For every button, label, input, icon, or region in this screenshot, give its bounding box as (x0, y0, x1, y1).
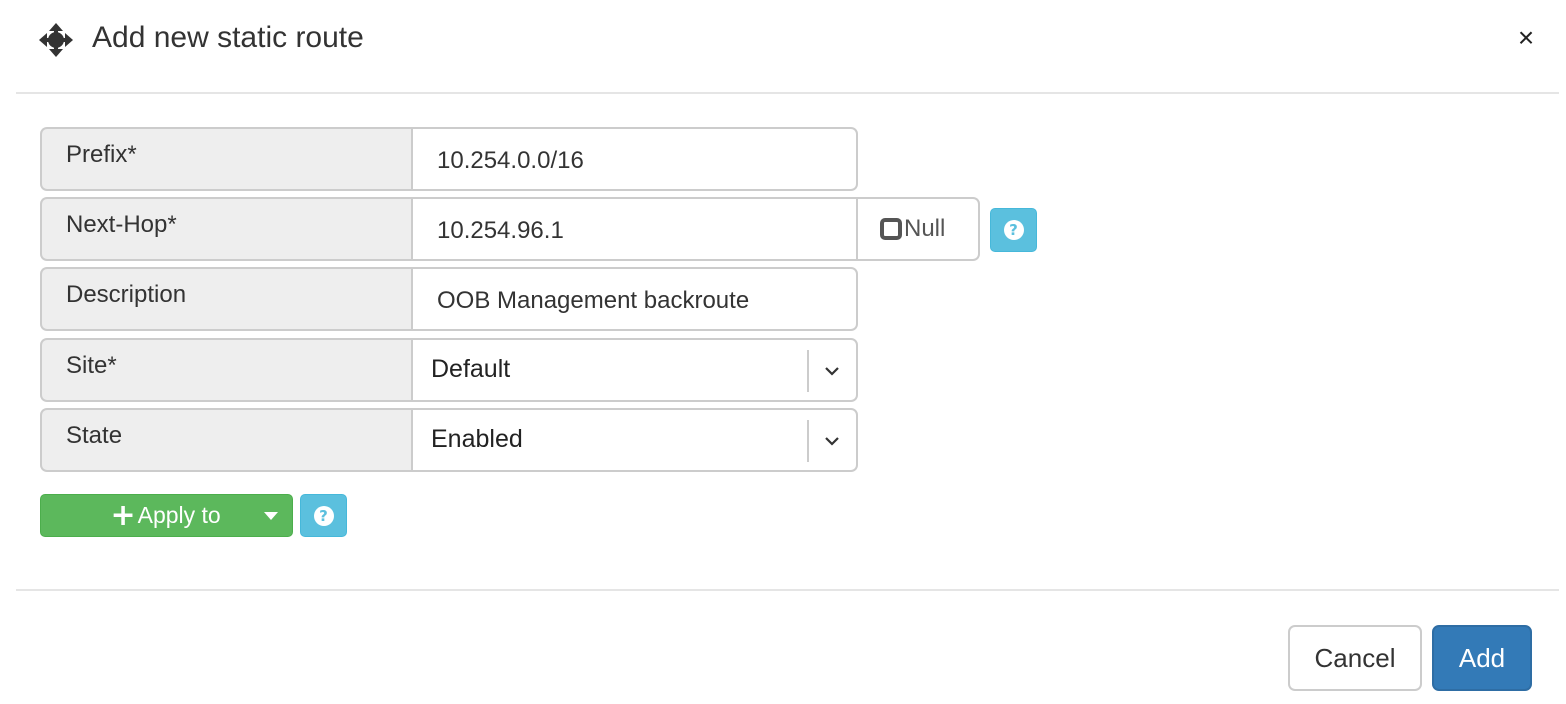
apply-to-help-button[interactable]: ? (300, 494, 347, 537)
prefix-input[interactable]: 10.254.0.0/16 (411, 127, 858, 191)
site-selected-value: Default (431, 355, 511, 383)
null-checkbox-addon[interactable]: Null (858, 197, 980, 261)
question-circle-icon: ? (313, 505, 334, 526)
question-circle-icon: ? (1003, 220, 1024, 240)
site-select[interactable]: Default (411, 338, 858, 402)
header-divider (16, 92, 1559, 94)
null-label: Null (904, 215, 946, 242)
prefix-row: Prefix* 10.254.0.0/16 (40, 127, 858, 191)
description-row: Description OOB Management backroute (40, 267, 858, 331)
add-button[interactable]: Add (1432, 625, 1532, 691)
description-label: Description (40, 267, 411, 331)
apply-to-button[interactable]: + Apply to (41, 495, 250, 536)
modal-title: Add new static route (92, 21, 364, 54)
apply-to-label: Apply to (137, 502, 221, 528)
select-separator (807, 350, 809, 392)
state-select[interactable]: Enabled (411, 408, 858, 472)
site-row: Site* Default (40, 338, 858, 402)
state-selected-value: Enabled (431, 425, 523, 453)
chevron-down-icon[interactable] (823, 432, 841, 450)
footer-divider (16, 589, 1559, 591)
prefix-label: Prefix* (40, 127, 411, 191)
next-hop-row: Next-Hop* 10.254.96.1 Null (40, 197, 980, 261)
caret-down-icon (264, 511, 279, 520)
state-row: State Enabled (40, 408, 858, 472)
apply-to-split-button[interactable]: + Apply to (40, 494, 293, 537)
next-hop-help-button[interactable]: ? (990, 208, 1037, 252)
next-hop-input[interactable]: 10.254.96.1 (411, 197, 858, 261)
cancel-button[interactable]: Cancel (1288, 625, 1422, 691)
plus-icon: + (110, 497, 136, 533)
null-checkbox[interactable] (880, 218, 902, 240)
description-input[interactable]: OOB Management backroute (411, 267, 858, 331)
close-button[interactable]: × (1510, 20, 1542, 56)
next-hop-label: Next-Hop* (40, 197, 411, 261)
site-label: Site* (40, 338, 411, 402)
move-arrows-icon[interactable] (38, 22, 74, 58)
apply-to-dropdown-toggle[interactable] (250, 495, 292, 536)
state-label: State (40, 408, 411, 472)
chevron-down-icon[interactable] (823, 362, 841, 380)
add-static-route-modal: Add new static route × Prefix* 10.254.0.… (0, 0, 1566, 704)
modal-header: Add new static route × (0, 0, 1566, 92)
select-separator (807, 420, 809, 462)
